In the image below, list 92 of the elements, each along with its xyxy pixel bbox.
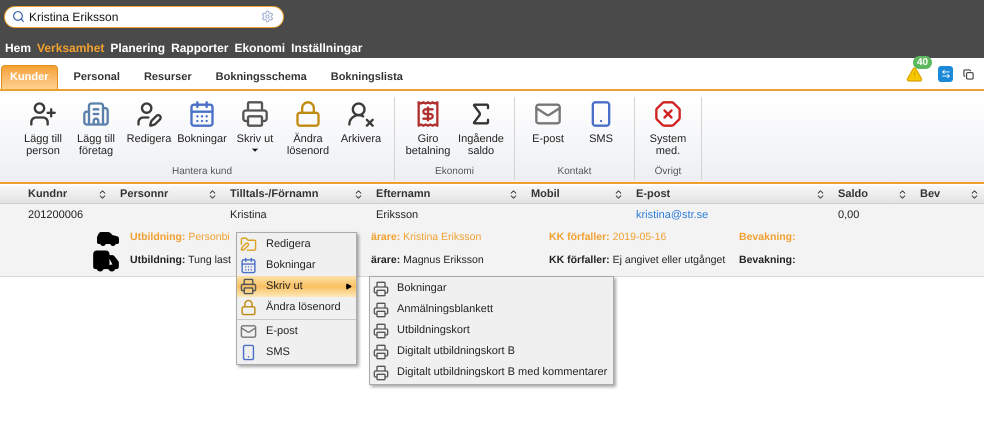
toolbar-button[interactable]: SMS: [576, 100, 626, 164]
nav-link[interactable]: Rapporter: [171, 39, 228, 57]
toolbar-button[interactable]: Skriv ut: [230, 100, 280, 164]
printer-icon: [373, 302, 389, 318]
nav-link[interactable]: Verksamhet: [37, 39, 104, 57]
tab[interactable]: Personal: [66, 65, 128, 89]
sort-icon[interactable]: [207, 189, 218, 200]
table-cell: Kristina: [230, 208, 267, 221]
detail-field: KK förfaller: Ej angivet eller utgånget: [549, 254, 726, 266]
column-header[interactable]: E-post: [636, 186, 670, 203]
nav-link[interactable]: Planering: [110, 39, 166, 57]
menu-item[interactable]: Digitalt utbildningskort B: [370, 341, 608, 362]
table-cell: 0,00: [838, 208, 860, 221]
menu-item[interactable]: Utbildningskort: [370, 320, 608, 341]
restore-window-icon[interactable]: [963, 68, 974, 80]
toolbar-button[interactable]: Redigera: [124, 100, 174, 164]
search-field[interactable]: Kristina Eriksson: [4, 6, 284, 28]
menu-item[interactable]: Bokningar: [237, 255, 356, 276]
calendar-icon: [240, 257, 257, 274]
tab[interactable]: Bokningsschema: [208, 65, 315, 89]
building-icon: [82, 100, 110, 128]
tab[interactable]: Resurser: [136, 65, 200, 89]
nav-link[interactable]: Hem: [5, 39, 32, 57]
table-cell: Eriksson: [376, 208, 418, 221]
search-icon: [12, 10, 25, 23]
table-row[interactable]: [0, 204, 984, 277]
toolbar-button[interactable]: Lägg till person: [18, 100, 68, 164]
printer-icon: [373, 364, 389, 380]
remote-support-icon[interactable]: [938, 66, 953, 82]
notification-count: 40: [913, 56, 932, 69]
column-header[interactable]: Efternamn: [376, 186, 430, 203]
column-header[interactable]: Tilltals-/Förnamn: [230, 186, 318, 203]
toolbar-button[interactable]: Arkivera: [336, 100, 386, 164]
lock-icon: [240, 299, 257, 316]
printer-icon: [240, 278, 257, 295]
menu-item[interactable]: Digitalt utbildningskort B med kommentarer: [370, 362, 608, 383]
group-label: Kontakt: [556, 165, 592, 179]
menu-item[interactable]: Ändra lösenord: [237, 297, 356, 318]
sort-icon[interactable]: [508, 189, 519, 200]
printer-icon: [373, 322, 389, 338]
detail-field: Utbildning: Personbi: [130, 230, 230, 243]
detail-field: Utbildning: Tung last: [130, 254, 231, 266]
table-cell: 201200006: [28, 208, 84, 221]
sort-icon[interactable]: [897, 189, 908, 200]
column-header[interactable]: Saldo: [838, 186, 868, 203]
phone-icon: [240, 344, 257, 361]
column-header[interactable]: Personnr: [120, 186, 168, 203]
sort-icon[interactable]: [353, 189, 364, 200]
user-add-icon: [29, 100, 57, 128]
menu-item[interactable]: Skriv ut: [237, 276, 356, 297]
column-header[interactable]: Bev: [920, 186, 940, 203]
column-header[interactable]: Kundnr: [28, 186, 68, 203]
toolbar-button[interactable]: Ändra lösenord: [283, 100, 333, 164]
toolbar-button[interactable]: System med.: [643, 100, 693, 164]
submenu-arrow-icon: [345, 283, 352, 290]
mail-icon: [240, 323, 257, 340]
tab[interactable]: Bokningslista: [322, 65, 411, 89]
menu-item[interactable]: Redigera: [237, 234, 356, 255]
menu-item[interactable]: Bokningar: [370, 278, 608, 299]
detail-field: ärare: Magnus Eriksson: [371, 254, 484, 266]
toolbar-button[interactable]: E-post: [523, 100, 573, 164]
toolbar-button[interactable]: Ingående saldo: [456, 100, 506, 164]
menu-item[interactable]: Anmälningsblankett: [370, 299, 608, 320]
detail-field: Bevakning:: [739, 254, 796, 266]
group-label: Övrigt: [654, 164, 682, 179]
user-remove-icon: [347, 100, 375, 128]
toolbar-button[interactable]: Bokningar: [177, 100, 227, 164]
detail-field: Bevakning:: [739, 230, 796, 243]
calendar-icon: [188, 100, 216, 128]
toolbar-button[interactable]: Lägg till företag: [71, 100, 121, 164]
detail-field: KK förfaller: 2019-05-16: [549, 230, 666, 243]
lock-icon: [294, 100, 322, 128]
column-header[interactable]: Mobil: [531, 186, 560, 203]
detail-field: ärare: Kristina Eriksson: [371, 230, 482, 243]
toolbar-button[interactable]: Giro betalning: [403, 100, 453, 164]
printer-icon: [373, 344, 389, 360]
sort-icon[interactable]: [815, 189, 826, 200]
printer-icon: [373, 280, 389, 296]
sort-icon[interactable]: [613, 189, 624, 200]
group-label: Ekonomi: [434, 165, 475, 179]
menu-item[interactable]: SMS: [237, 342, 356, 363]
printer-icon: [241, 100, 269, 128]
stop-sign-icon: [654, 100, 682, 128]
user-edit-icon: [135, 100, 163, 128]
group-label: Hantera kund: [170, 165, 234, 179]
folder-edit-icon: [240, 236, 257, 253]
menu-item[interactable]: E-post: [237, 321, 356, 342]
email-link[interactable]: kristina@str.se: [636, 208, 708, 221]
sort-icon[interactable]: [97, 189, 108, 200]
nav-link[interactable]: Inställningar: [291, 39, 362, 57]
sort-icon[interactable]: [969, 189, 980, 200]
nav-link[interactable]: Ekonomi: [234, 39, 286, 57]
